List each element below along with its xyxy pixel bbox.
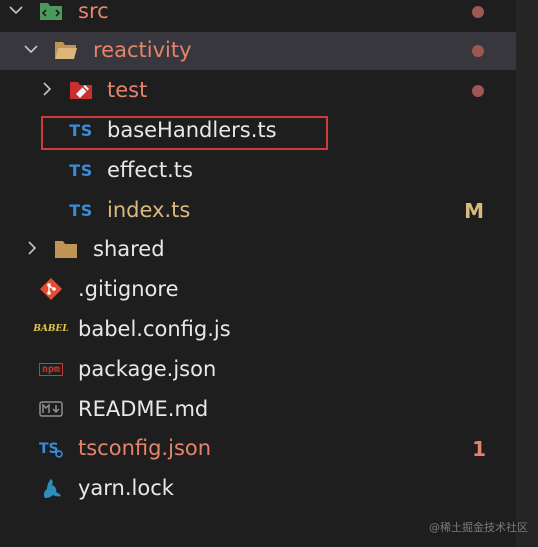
npm-icon-text: npm (38, 362, 64, 376)
markdown-icon (38, 397, 64, 421)
folder-src-icon (38, 0, 64, 23)
modified-dot-icon (472, 6, 484, 18)
watermark: @稀土掘金技术社区 (429, 521, 528, 534)
tree-item-test[interactable]: test (0, 72, 516, 110)
folder-open-icon (53, 38, 79, 62)
file-explorer-tree: src reactivity test TS baseHandlers.ts T… (0, 0, 516, 547)
tree-item-tsconfig[interactable]: TS tsconfig.json 1 (0, 430, 516, 468)
tree-item-index[interactable]: TS index.ts M (0, 192, 516, 230)
npm-icon: npm (38, 357, 64, 381)
modified-dot-icon (472, 45, 484, 57)
problem-count-badge: 1 (472, 437, 486, 461)
tree-item-label: reactivity (93, 38, 192, 62)
tsconfig-icon: TS (38, 436, 64, 460)
folder-test-icon (68, 78, 94, 102)
tree-item-label: shared (93, 237, 165, 261)
tree-item-gitignore[interactable]: .gitignore (0, 271, 516, 309)
babel-icon-text: BABEL (33, 324, 69, 334)
git-icon (38, 277, 64, 301)
tree-item-label: tsconfig.json (78, 436, 212, 460)
tree-item-label: yarn.lock (78, 476, 174, 500)
tree-item-readme[interactable]: README.md (0, 391, 516, 429)
tree-item-label: effect.ts (107, 158, 193, 182)
tree-item-reactivity[interactable]: reactivity (0, 32, 516, 70)
scrollbar-track[interactable] (516, 0, 538, 547)
tree-item-package-json[interactable]: npm package.json (0, 351, 516, 389)
tree-item-label: test (107, 78, 148, 102)
typescript-icon: TS (69, 200, 93, 220)
tree-item-shared[interactable]: shared (0, 231, 516, 269)
modified-dot-icon (472, 85, 484, 97)
tree-item-effect[interactable]: TS effect.ts (0, 152, 516, 190)
chevron-down-icon[interactable] (8, 2, 24, 18)
selection-highlight-box (41, 116, 328, 150)
tree-item-yarn-lock[interactable]: yarn.lock (0, 470, 516, 508)
tree-item-src[interactable]: src (0, 0, 516, 31)
yarn-icon (38, 476, 64, 500)
tree-item-label: src (78, 0, 109, 23)
typescript-icon: TS (69, 160, 93, 180)
tree-item-babel-config[interactable]: BABEL babel.config.js (0, 311, 516, 349)
tree-item-label: .gitignore (78, 277, 179, 301)
git-status-badge: M (464, 199, 484, 223)
chevron-down-icon[interactable] (23, 41, 39, 57)
tree-item-label: README.md (78, 397, 209, 421)
chevron-right-icon[interactable] (24, 240, 40, 256)
babel-icon: BABEL (33, 317, 68, 341)
tree-item-label: babel.config.js (78, 317, 231, 341)
tree-item-label: package.json (78, 357, 217, 381)
folder-icon (53, 237, 79, 261)
chevron-right-icon[interactable] (39, 81, 55, 97)
tree-item-label: index.ts (107, 198, 191, 222)
